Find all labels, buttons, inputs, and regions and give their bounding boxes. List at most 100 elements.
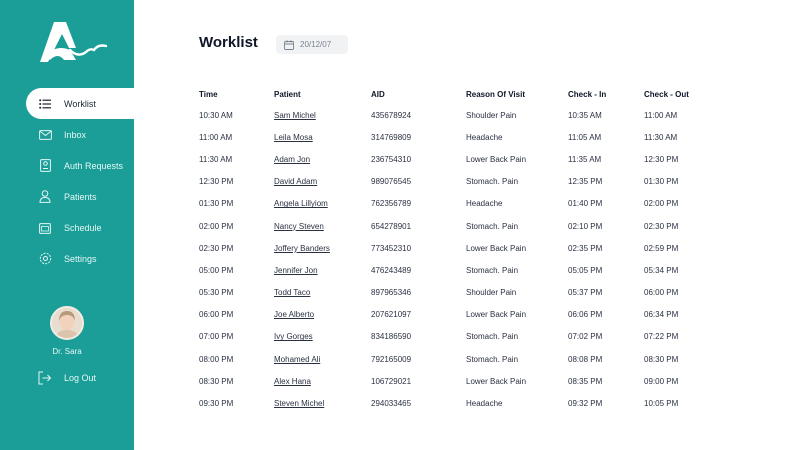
table-row[interactable]: 08:00 PM Mohamed Ali 792165009 Stomach. Pai… bbox=[199, 348, 714, 370]
table-row[interactable]: 12:30 PM David Adam 989076545 Stomach. Pain… bbox=[199, 171, 714, 193]
table-row[interactable]: 11:00 AM Leila Mosa 314769809 Headache 11:05… bbox=[199, 126, 714, 148]
time-cell: 08:30 PM bbox=[199, 376, 234, 386]
patient-link[interactable]: Sam Michel bbox=[274, 111, 316, 120]
patient-cell: Mohamed Ali bbox=[274, 348, 371, 370]
sidebar-item-inbox[interactable]: Inbox bbox=[0, 119, 134, 150]
sidebar-item-settings[interactable]: Settings bbox=[0, 243, 134, 274]
patient-cell: Joe Alberto bbox=[274, 304, 371, 326]
avatar[interactable] bbox=[50, 306, 84, 340]
patient-link[interactable]: Mohamed Ali bbox=[274, 355, 320, 364]
aid-cell: 207621097 bbox=[371, 310, 412, 320]
check-out-cell: 11:30 AM bbox=[644, 132, 678, 142]
logo[interactable] bbox=[0, 0, 134, 86]
table-row[interactable]: 08:30 PM Alex Hana 106729021 Lower Back Pai… bbox=[199, 370, 714, 392]
sidebar: Worklist Inbox Auth Requests Patients Sc… bbox=[0, 0, 134, 450]
table-header-row: Time Patient AID Reason Of Visit Check -… bbox=[199, 84, 714, 104]
patient-link[interactable]: Jennifer Jon bbox=[274, 266, 318, 275]
sidebar-nav: Worklist Inbox Auth Requests Patients Sc… bbox=[0, 88, 134, 274]
time-cell: 02:30 PM bbox=[199, 243, 234, 253]
patient-link[interactable]: Leila Mosa bbox=[274, 133, 313, 142]
table-row[interactable]: 02:30 PM Joffery Banders 773452310 Lower Ba… bbox=[199, 237, 714, 259]
reason-cell: Stomach. Pain bbox=[466, 354, 519, 364]
patient-link[interactable]: Alex Hana bbox=[274, 377, 311, 386]
logout-button[interactable]: Log Out bbox=[0, 368, 134, 388]
patient-link[interactable]: Joffery Banders bbox=[274, 244, 330, 253]
patient-link[interactable]: David Adam bbox=[274, 177, 317, 186]
aid-cell: 435678924 bbox=[371, 110, 412, 120]
patient-link[interactable]: Steven Michel bbox=[274, 399, 324, 408]
check-in-cell: 10:35 AM bbox=[568, 110, 602, 120]
check-out-cell: 11:00 AM bbox=[644, 110, 678, 120]
patient-cell: Todd Taco bbox=[274, 282, 371, 304]
patient-link[interactable]: Ivy Gorges bbox=[274, 332, 313, 341]
table-row[interactable]: 06:00 PM Joe Alberto 207621097 Lower Back P… bbox=[199, 304, 714, 326]
patient-link[interactable]: Todd Taco bbox=[274, 288, 310, 297]
table-row[interactable]: 01:30 PM Angela Lillyiom 762356789 Headache… bbox=[199, 193, 714, 215]
logout-icon bbox=[38, 371, 52, 385]
check-in-cell: 11:35 AM bbox=[568, 154, 602, 164]
time-cell: 01:30 PM bbox=[199, 199, 234, 209]
logo-icon bbox=[40, 22, 108, 62]
time-cell: 10:30 AM bbox=[199, 110, 233, 120]
check-out-cell: 06:34 PM bbox=[644, 310, 679, 320]
time-cell: 11:30 AM bbox=[199, 154, 233, 164]
patient-link[interactable]: Nancy Steven bbox=[274, 222, 324, 231]
check-out-cell: 08:30 PM bbox=[644, 354, 679, 364]
sidebar-item-patients[interactable]: Patients bbox=[0, 181, 134, 212]
reason-cell: Headache bbox=[466, 132, 503, 142]
check-in-cell: 02:10 PM bbox=[568, 221, 603, 231]
column-header-check-out[interactable]: Check - Out bbox=[644, 84, 714, 104]
check-in-cell: 05:05 PM bbox=[568, 265, 603, 275]
user-profile[interactable]: Dr. Sara bbox=[0, 306, 134, 356]
patient-icon bbox=[38, 190, 52, 204]
check-in-cell: 09:32 PM bbox=[568, 399, 603, 409]
aid-cell: 654278901 bbox=[371, 221, 412, 231]
sidebar-item-schedule[interactable]: Schedule bbox=[0, 212, 134, 243]
patient-link[interactable]: Joe Alberto bbox=[274, 310, 314, 319]
table-row[interactable]: 05:00 PM Jennifer Jon 476243489 Stomach. Pa… bbox=[199, 259, 714, 281]
sidebar-item-auth-requests[interactable]: Auth Requests bbox=[0, 150, 134, 181]
sidebar-item-label: Settings bbox=[64, 253, 97, 264]
time-cell: 08:00 PM bbox=[199, 354, 234, 364]
calendar-icon bbox=[284, 39, 294, 50]
table-body: 10:30 AM Sam Michel 435678924 Shoulder Pain… bbox=[199, 104, 714, 415]
table-row[interactable]: 09:30 PM Steven Michel 294033465 Headache 09… bbox=[199, 392, 714, 414]
column-header-aid[interactable]: AID bbox=[371, 84, 466, 104]
sidebar-item-worklist[interactable]: Worklist bbox=[26, 88, 134, 119]
table-row[interactable]: 07:00 PM Ivy Gorges 834186590 Stomach. Pain… bbox=[199, 326, 714, 348]
column-header-check-in[interactable]: Check - In bbox=[568, 84, 644, 104]
table-row[interactable]: 02:00 PM Nancy Steven 654278901 Stomach. Pa… bbox=[199, 215, 714, 237]
table-row[interactable]: 11:30 AM Adam Jon 236754310 Lower Back Pain… bbox=[199, 148, 714, 170]
column-header-time[interactable]: Time bbox=[199, 84, 274, 104]
sidebar-item-label: Auth Requests bbox=[64, 160, 124, 171]
schedule-icon bbox=[38, 221, 52, 235]
check-out-cell: 07:22 PM bbox=[644, 332, 679, 342]
patient-cell: Sam Michel bbox=[274, 104, 371, 126]
aid-cell: 106729021 bbox=[371, 376, 412, 386]
aid-cell: 989076545 bbox=[371, 177, 412, 187]
reason-cell: Headache bbox=[466, 199, 503, 209]
sidebar-item-label: Inbox bbox=[64, 129, 87, 140]
page-title: Worklist bbox=[199, 34, 258, 51]
patient-link[interactable]: Adam Jon bbox=[274, 155, 310, 164]
column-header-reason[interactable]: Reason Of Visit bbox=[466, 84, 568, 104]
check-out-cell: 05:34 PM bbox=[644, 265, 679, 275]
reason-cell: Stomach. Pain bbox=[466, 332, 519, 342]
column-header-patient[interactable]: Patient bbox=[274, 84, 371, 104]
check-out-cell: 01:30 PM bbox=[644, 177, 679, 187]
check-in-cell: 05:37 PM bbox=[568, 288, 603, 298]
table-row[interactable]: 10:30 AM Sam Michel 435678924 Shoulder Pain… bbox=[199, 104, 714, 126]
time-cell: 12:30 PM bbox=[199, 177, 234, 187]
check-out-cell: 02:00 PM bbox=[644, 199, 679, 209]
patient-cell: Joffery Banders bbox=[274, 237, 371, 259]
aid-cell: 792165009 bbox=[371, 354, 412, 364]
aid-cell: 476243489 bbox=[371, 265, 412, 275]
patient-link[interactable]: Angela Lillyiom bbox=[274, 199, 328, 208]
aid-cell: 897965346 bbox=[371, 288, 412, 298]
table-row[interactable]: 05:30 PM Todd Taco 897965346 Shoulder Pain 0… bbox=[199, 282, 714, 304]
reason-cell: Lower Back Pain bbox=[466, 154, 527, 164]
date-picker[interactable]: 20/12/07 bbox=[276, 35, 348, 54]
aid-cell: 773452310 bbox=[371, 243, 412, 253]
main-content: Worklist 20/12/07 Time Patient AID Reaso… bbox=[134, 0, 800, 450]
list-icon bbox=[38, 97, 52, 111]
